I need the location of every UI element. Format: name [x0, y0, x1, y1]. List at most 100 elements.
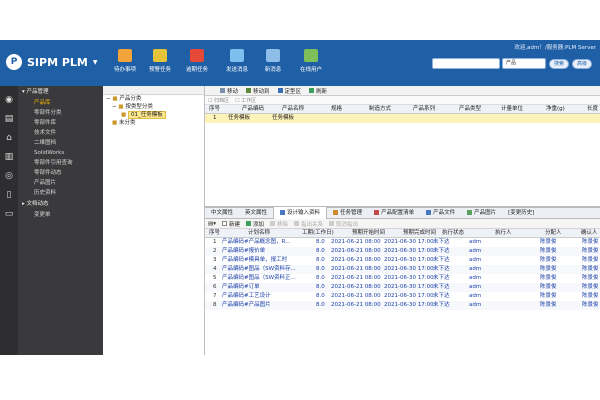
finalize-button[interactable]: 定型区: [277, 87, 301, 95]
table-row[interactable]: 8 产品编码#产品图片 8.0 2021-06-21 08:00 2021-06-30 …: [205, 301, 600, 310]
tab-change-history[interactable]: [变更历史]: [502, 207, 540, 219]
overdue-task-button[interactable]: 逾期任务: [177, 49, 217, 73]
tab-product-images[interactable]: 产品图片: [461, 207, 502, 219]
refresh-button[interactable]: 刷新: [309, 87, 327, 95]
cancel-point-label: 取消指出: [336, 221, 359, 228]
planned-start: 2021-06-21 08:00: [331, 239, 381, 245]
advanced-search-button[interactable]: 高级: [571, 58, 592, 69]
nav-item-product-images[interactable]: 产品图片: [18, 178, 103, 188]
remove-button[interactable]: 移除: [270, 220, 288, 228]
row-number: 8: [213, 302, 217, 308]
file-icon: [426, 209, 432, 215]
table-row[interactable]: 7 产品编码#工艺设计 8.0 2021-06-21 08:00 2021-06-30 …: [205, 292, 600, 301]
refresh-label: 刷新: [316, 88, 328, 95]
tab-product-files[interactable]: 产品文件: [420, 207, 461, 219]
tab-task-management[interactable]: 任务管理: [327, 207, 368, 219]
move-to-button[interactable]: 移动到: [246, 87, 270, 95]
work-area-checkbox[interactable]: ☐ 工作区: [235, 97, 256, 104]
planned-start: 2021-06-21 08:00: [331, 275, 381, 281]
planned-start: 2021-06-21 08:00: [331, 266, 381, 272]
home-icon[interactable]: ⌂: [3, 133, 15, 143]
card-icon[interactable]: ▭: [3, 209, 15, 219]
add-button[interactable]: 添加: [245, 220, 264, 228]
nav-item-part-category[interactable]: 零部件分类: [18, 108, 103, 118]
table-row[interactable]: 6 产品编码#订单 8.0 2021-06-21 08:00 2021-06-30 17…: [205, 283, 600, 292]
planned-end: 2021-06-30 17:00: [384, 284, 434, 290]
search-input[interactable]: [431, 58, 500, 69]
broadcast-icon[interactable]: ◎: [3, 171, 15, 181]
detail-tabs: 中文属性 英文属性 设计输入资料 任务管理 产品配置清单 产品文件 产品图片 […: [205, 207, 600, 219]
nav-group-product[interactable]: ▾ 产品管理: [18, 86, 103, 98]
tree-node-root[interactable]: − ■ 产品分类: [103, 95, 204, 103]
nav-item-history[interactable]: 历史资料: [18, 188, 103, 198]
online-users-label: 在线用户: [299, 67, 322, 73]
action-toolbar: 移动 移动到 定型区 刷新: [205, 86, 600, 96]
tab-product-config[interactable]: 产品配置清单: [368, 207, 420, 219]
row-number: 6: [213, 284, 217, 290]
table-row[interactable]: 2 产品编码#报价单 8.0 2021-06-21 08:00 2021-06-30 1…: [205, 247, 600, 256]
new-icon: [221, 221, 227, 226]
duration: 8.0: [316, 257, 325, 263]
nav-item-change-order[interactable]: 变更单: [18, 210, 103, 220]
move-button[interactable]: 移动: [220, 87, 238, 95]
new-message-label: 新消息: [264, 67, 282, 73]
folder-icon: ■: [118, 104, 124, 110]
new-message-button[interactable]: 新消息: [253, 49, 293, 73]
confirmer: 陈景俊: [582, 239, 599, 245]
warning-task-button[interactable]: 预警任务: [140, 49, 180, 73]
table-row[interactable]: 1 任务模板 任务模板: [205, 114, 600, 123]
expand-icon[interactable]: −: [112, 104, 117, 110]
mail-icon: [266, 49, 280, 62]
row-number: 7: [213, 293, 217, 299]
todo-button[interactable]: 待办事项: [105, 49, 145, 73]
point-relation-button[interactable]: 指出关系: [294, 220, 323, 228]
nav-item-product-library[interactable]: 产品库: [18, 98, 103, 108]
archive-area-checkbox[interactable]: ☐ 归档区: [208, 97, 229, 104]
nav-item-2d-drawings[interactable]: 二维图档: [18, 138, 103, 148]
planned-start: 2021-06-21 08:00: [331, 248, 381, 254]
tree-node-task-template[interactable]: ■ 01_任务模板: [103, 111, 204, 119]
col-header: 分配人: [545, 230, 562, 236]
table-row[interactable]: 1 产品编码#产品概念图，R... 8.0 2021-06-21 08:00 2021-…: [205, 238, 600, 247]
nav-item-tech-docs[interactable]: 技术文件: [18, 128, 103, 138]
doc-icon: [280, 209, 286, 215]
tab-cn-attributes[interactable]: 中文属性: [205, 207, 239, 219]
table-row[interactable]: 4 产品编码#图品（SW资料存... 8.0 2021-06-21 08:00 2021…: [205, 265, 600, 274]
nav-item-solidworks[interactable]: SolidWorks: [18, 148, 103, 158]
tree-node-unclassified[interactable]: ■ 未分类: [103, 119, 204, 127]
planned-start: 2021-06-21 08:00: [331, 284, 381, 290]
cancel-point-button[interactable]: 取消指出: [329, 220, 358, 228]
tree-node-by-type[interactable]: − ■ 按类型分类: [103, 103, 204, 111]
view-dropdown[interactable]: ▤▾: [208, 221, 216, 227]
app-logo[interactable]: P SIPM PLM ▼: [6, 54, 98, 70]
tab-design-input[interactable]: 设计输入资料: [273, 207, 328, 219]
nav-item-part-reference[interactable]: 零部件引用查询: [18, 158, 103, 168]
book-icon[interactable]: ▯: [3, 190, 15, 200]
nav-group-docs[interactable]: ▸ 文档动态: [18, 198, 103, 210]
send-message-button[interactable]: 发送消息: [217, 49, 257, 73]
tab-task-management-label: 任务管理: [340, 210, 363, 216]
online-users-button[interactable]: 在线用户: [291, 49, 331, 73]
nav-group-docs-label: 文档动态: [26, 201, 49, 207]
search-button[interactable]: 搜索: [548, 58, 569, 69]
product-name: 任务模板: [272, 115, 295, 121]
search-scope-select[interactable]: 产品: [501, 58, 546, 69]
expand-icon[interactable]: −: [106, 96, 111, 102]
move-to-label: 移动到: [253, 88, 270, 95]
area-filter-bar: ☐ 归档区 ☐ 工作区: [205, 96, 600, 105]
planned-end: 2021-06-30 17:00: [384, 257, 434, 263]
nav-item-part-activity[interactable]: 零部件动态: [18, 168, 103, 178]
database-icon[interactable]: ▤: [3, 114, 15, 124]
row-number: 5: [213, 275, 217, 281]
chevron-down-icon[interactable]: ▼: [93, 59, 98, 66]
product-icon[interactable]: ◉: [3, 95, 15, 105]
storage-icon[interactable]: ▥: [3, 152, 15, 162]
tab-en-attributes[interactable]: 英文属性: [239, 207, 273, 219]
new-button[interactable]: 新建: [221, 220, 240, 228]
tree-node-root-label: 产品分类: [119, 96, 142, 102]
table-row[interactable]: 3 产品编码#模具单，报工时 8.0 2021-06-21 08:00 2021-06-…: [205, 256, 600, 265]
plan-name: 产品编码#图品（SW资料正...: [222, 275, 296, 281]
nav-item-part-library[interactable]: 零部件库: [18, 118, 103, 128]
exec-status: 未下达: [433, 284, 450, 290]
table-row[interactable]: 5 产品编码#图品（SW资料正... 8.0 2021-06-21 08:00 2021…: [205, 274, 600, 283]
